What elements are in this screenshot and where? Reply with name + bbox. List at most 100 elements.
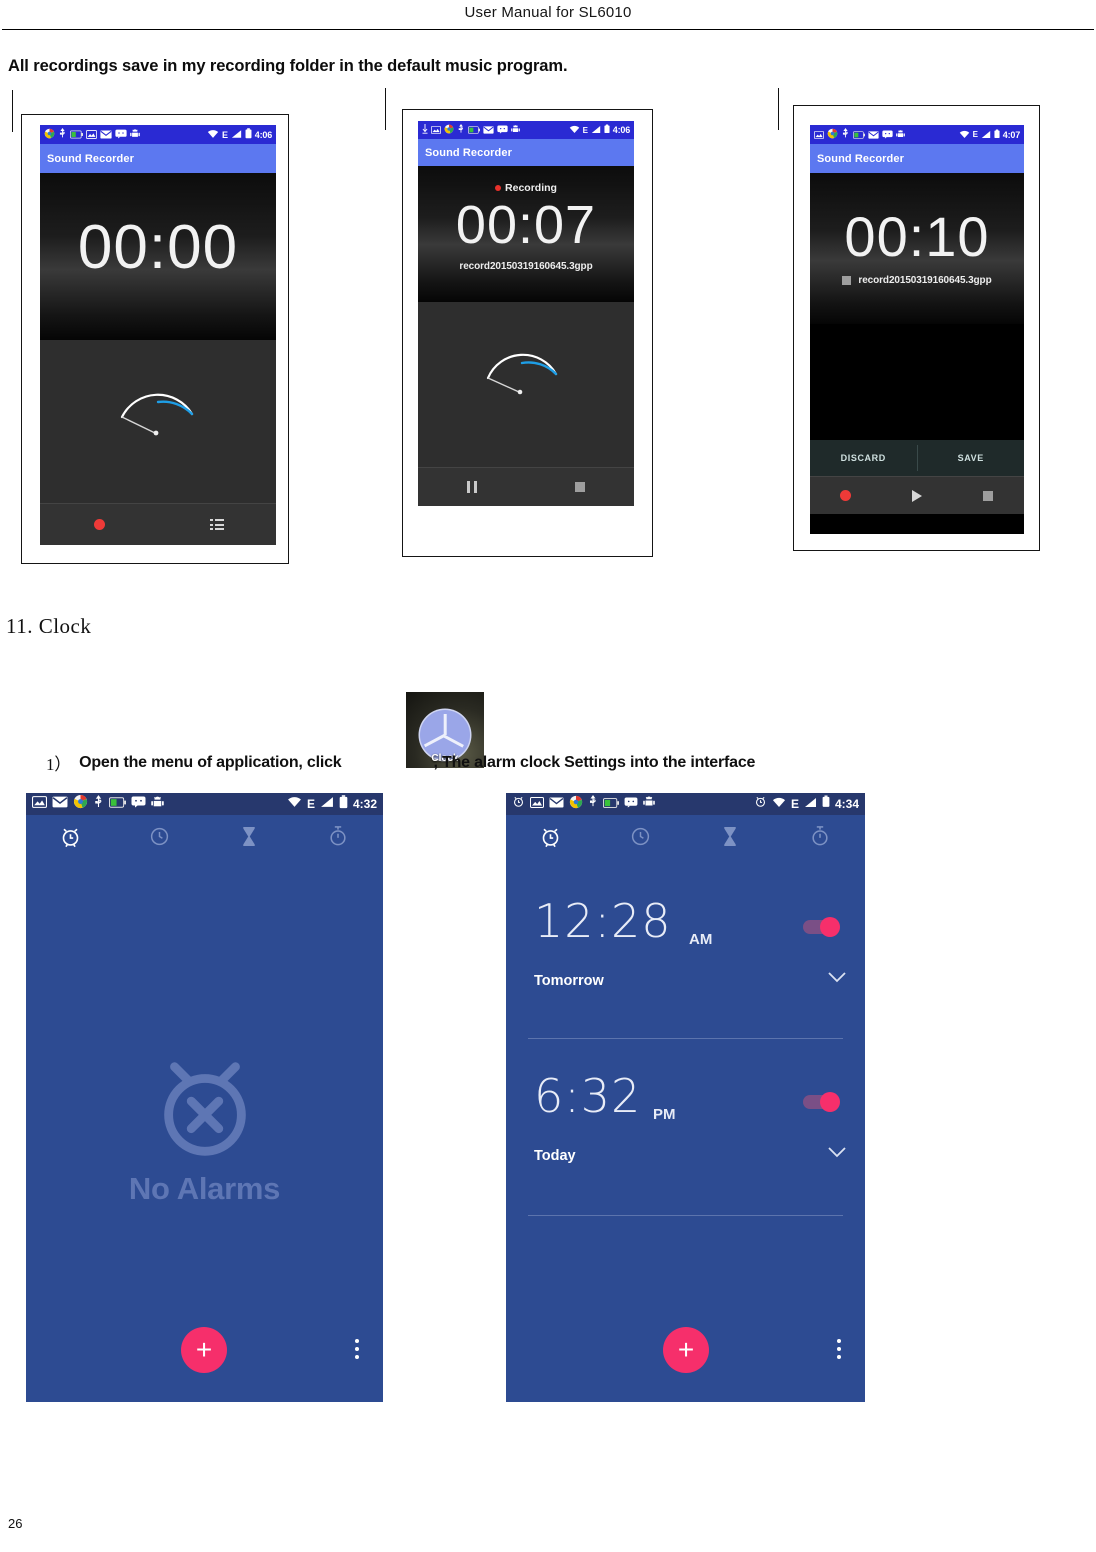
chevron-down-icon[interactable]	[828, 1143, 846, 1163]
signal-icon	[804, 795, 817, 813]
timer-tab[interactable]	[686, 826, 776, 847]
discard-button[interactable]: DISCARD	[810, 453, 917, 463]
screen-recorder-saved: E 4:07 Sound Recorder 00:10 record201503…	[810, 125, 1024, 534]
empty-state-label: No Alarms	[128, 1170, 281, 1206]
status-bar-clock: 4:32	[352, 797, 377, 811]
screen-recorder-idle: E 4:06 Sound Recorder 00:00	[40, 125, 276, 545]
download-icon	[422, 121, 428, 139]
alarm-toggle[interactable]	[803, 1092, 840, 1112]
email-icon	[483, 121, 494, 139]
network-type-label: E	[306, 797, 315, 811]
email-icon	[868, 126, 879, 144]
stopwatch-tab[interactable]	[775, 825, 865, 847]
sms-icon	[497, 121, 508, 139]
screen-clock-no-alarms: E 4:32 No Alarms +	[26, 793, 383, 1402]
alarm-toggle[interactable]	[803, 917, 840, 937]
phone-frame-recorder-saved: E 4:07 Sound Recorder 00:10 record201503…	[793, 105, 1040, 551]
recorder-toolbar	[810, 476, 1024, 514]
usb-icon	[841, 126, 850, 144]
email-icon	[549, 795, 564, 813]
hourglass-icon	[724, 826, 737, 846]
overflow-menu-button[interactable]	[355, 1339, 359, 1363]
record-button[interactable]	[810, 490, 881, 501]
network-type-label: E	[582, 125, 588, 135]
clock-face-icon	[151, 827, 169, 845]
alarm-set-icon	[754, 795, 767, 813]
record-icon	[840, 490, 852, 501]
battery-icon	[245, 126, 252, 144]
play-icon	[911, 489, 922, 502]
screenshot-icon	[814, 126, 824, 144]
recorder-display-panel: Recording 00:07 record20150319160645.3gp…	[418, 166, 634, 302]
battery-charging-icon	[468, 121, 480, 139]
alarm-divider	[528, 1038, 843, 1039]
vu-meter-icon	[486, 353, 558, 395]
header-divider	[2, 29, 1094, 30]
screen-clock-with-alarms: E 4:34 12:28 AM Tomorrow 6:32 PM Today +	[506, 793, 865, 1402]
battery-charging-icon	[853, 126, 865, 144]
stopwatch-tab[interactable]	[294, 825, 383, 847]
recorder-meter-area	[40, 340, 276, 503]
stopwatch-icon	[330, 826, 346, 846]
browser-icon	[444, 121, 454, 139]
clock-tab-bar	[26, 815, 383, 857]
usb-icon	[93, 794, 104, 814]
timer-tab[interactable]	[205, 826, 294, 847]
recorder-display-panel: 00:10 record20150319160645.3gpp	[810, 173, 1024, 324]
battery-icon	[994, 126, 1000, 144]
alarm-list-item[interactable]: 12:28 AM Tomorrow	[506, 898, 865, 1023]
anchor-tick-3	[778, 88, 779, 130]
overflow-menu-button[interactable]	[837, 1339, 841, 1363]
add-alarm-button[interactable]: +	[181, 1327, 227, 1373]
recording-list-button[interactable]	[158, 519, 276, 530]
email-icon	[52, 795, 68, 813]
clock-tab[interactable]	[115, 826, 204, 847]
alarm-clock-icon	[62, 828, 79, 847]
app-bar: Sound Recorder	[810, 144, 1024, 173]
app-bar-title: Sound Recorder	[425, 146, 512, 159]
status-bar: E 4:06	[418, 121, 634, 139]
signal-icon	[231, 126, 242, 144]
stop-icon	[842, 276, 852, 285]
android-debug-icon	[151, 795, 164, 814]
app-bar: Sound Recorder	[418, 139, 634, 166]
alarm-day-label: Tomorrow	[534, 973, 604, 989]
android-debug-icon	[896, 126, 905, 144]
add-alarm-button[interactable]: +	[663, 1327, 709, 1373]
status-bar: E 4:34	[506, 793, 865, 815]
android-debug-icon	[643, 795, 655, 813]
usb-icon	[588, 795, 598, 813]
phone-frame-recorder-recording: E 4:06 Sound Recorder Recording 00:07 re…	[402, 109, 653, 557]
screenshot-icon	[32, 795, 47, 813]
android-debug-icon	[130, 126, 140, 144]
usb-icon	[58, 126, 67, 144]
save-button[interactable]: SAVE	[918, 453, 1025, 463]
recording-indicator-icon	[495, 185, 502, 191]
browser-icon	[44, 126, 55, 144]
screenshot-icon	[530, 795, 544, 813]
pause-button[interactable]	[418, 481, 526, 493]
alarm-tab[interactable]	[26, 825, 115, 848]
anchor-tick-1	[12, 90, 13, 132]
recorder-toolbar	[40, 503, 276, 545]
step-text-after: , The alarm clock Settings into the inte…	[433, 753, 756, 771]
signal-icon	[591, 121, 601, 139]
battery-charging-icon	[603, 795, 619, 813]
chevron-down-icon[interactable]	[828, 968, 846, 988]
stop-button[interactable]	[526, 482, 634, 492]
record-icon	[93, 519, 105, 530]
clock-tab[interactable]	[596, 826, 686, 847]
alarm-list-item[interactable]: 6:32 PM Today	[506, 1073, 865, 1198]
record-button[interactable]	[40, 519, 158, 530]
step-text-before: Open the menu of application, click	[79, 753, 342, 771]
status-bar-clock: 4:06	[254, 129, 272, 140]
recorder-timer: 00:10	[844, 205, 990, 268]
stop-button[interactable]	[953, 490, 1024, 501]
status-bar-right-icons: E 4:32	[287, 794, 377, 814]
play-button[interactable]	[881, 489, 952, 502]
app-bar-title: Sound Recorder	[47, 152, 134, 165]
hourglass-icon	[243, 826, 255, 846]
stop-icon	[575, 482, 585, 492]
alarm-tab[interactable]	[506, 825, 596, 848]
app-bar: Sound Recorder	[40, 144, 276, 173]
